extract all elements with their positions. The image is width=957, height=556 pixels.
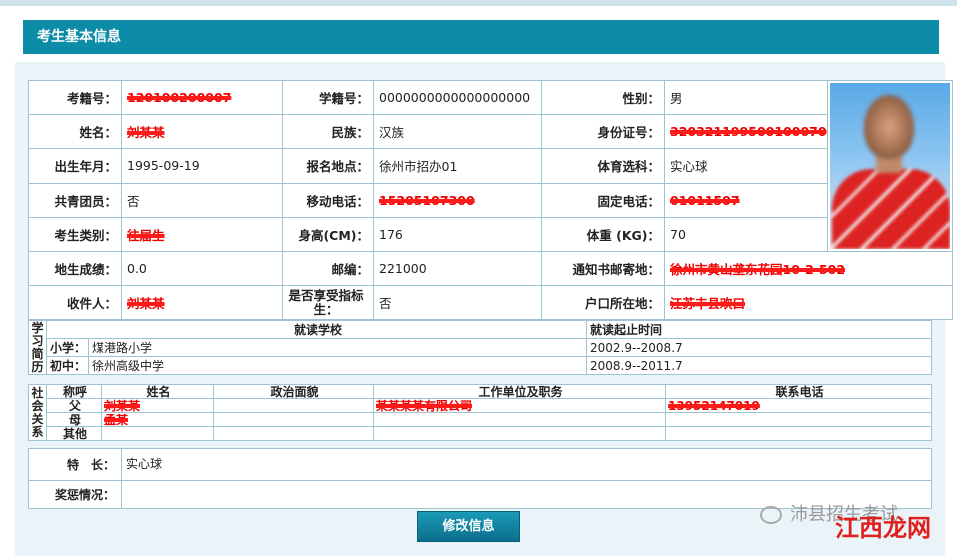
family-name	[101, 426, 214, 441]
table-row: 父 刘某某 某某某某有限公司 13952147019	[29, 398, 932, 413]
watermark-brand: 江西龙网	[835, 513, 931, 542]
top-accent-line	[0, 0, 957, 6]
table-row: 母 孟某	[29, 412, 932, 427]
receiver-label: 收件人：	[28, 285, 122, 320]
award-label: 奖惩情况：	[28, 480, 122, 509]
quota-value: 否	[373, 285, 542, 320]
wechat-icon	[760, 506, 782, 524]
family-name: 孟某	[104, 412, 129, 427]
quota-label: 是否享受指标生：	[282, 285, 374, 320]
phone-value: 01011507	[670, 192, 740, 208]
exam-no-label: 考籍号：	[28, 79, 122, 116]
family-relation: 父	[46, 398, 102, 413]
reg-place-value: 徐州市招办01	[373, 148, 542, 184]
weight-value: 70	[664, 216, 828, 253]
geo-label: 地生成绩：	[28, 251, 122, 286]
family-political	[213, 398, 374, 413]
name-label: 姓名：	[28, 114, 122, 150]
family-col-work: 工作单位及职务	[373, 384, 666, 399]
family-tel: 13952147019	[668, 398, 760, 413]
id-label: 身份证号：	[541, 114, 665, 150]
skill-value: 实心球	[121, 448, 932, 481]
zip-value: 221000	[373, 251, 542, 286]
pe-label: 体育选科：	[541, 148, 665, 184]
family-name: 刘某某	[104, 398, 141, 413]
mail-addr-label: 通知书邮寄地：	[541, 251, 665, 286]
family-col-political: 政治面貌	[213, 384, 374, 399]
table-row: 初中： 徐州高级中学 2008.9--2011.7	[29, 356, 932, 375]
weight-label: 体重 (KG)：	[541, 216, 665, 253]
family-col-relation: 称呼	[46, 384, 102, 399]
study-col-period: 就读起止时间	[586, 320, 932, 339]
gender-value: 男	[664, 79, 828, 116]
birth-label: 出生年月：	[28, 148, 122, 184]
league-value: 否	[121, 182, 283, 218]
mail-addr-value: 徐州市黄山垄东花园10-2-502	[670, 262, 846, 277]
study-history-table: 学习简历 就读学校 就读起止时间 小学： 煤港路小学 2002.9--2008.…	[28, 320, 932, 375]
study-period: 2008.9--2011.7	[586, 356, 932, 375]
study-level: 初中：	[46, 356, 89, 375]
skill-label: 特 长：	[28, 448, 122, 481]
ethnicity-value: 汉族	[373, 114, 542, 150]
study-school: 煤港路小学	[88, 338, 587, 357]
receiver-value: 刘某某	[127, 296, 165, 311]
section-header: 考生基本信息	[23, 20, 939, 54]
pe-value: 实心球	[664, 148, 828, 184]
birth-value: 1995-09-19	[121, 148, 283, 184]
family-relation: 其他	[46, 426, 102, 441]
mobile-label: 移动电话：	[282, 182, 374, 218]
family-work	[373, 412, 666, 427]
family-side-label: 社会关系	[28, 384, 47, 441]
exam-no-value: 120100200007	[127, 90, 232, 106]
hukou-value: 江苏丰县欢口	[670, 296, 746, 311]
study-level: 小学：	[46, 338, 89, 357]
family-tel	[665, 412, 932, 427]
study-school: 徐州高级中学	[88, 356, 587, 375]
study-side-label: 学习简历	[28, 320, 47, 375]
family-col-name: 姓名	[101, 384, 214, 399]
id-value: 320321199500100070	[670, 124, 827, 140]
family-political	[213, 426, 374, 441]
gender-label: 性别：	[541, 79, 665, 116]
height-value: 176	[373, 216, 542, 253]
student-photo	[829, 83, 950, 249]
basic-info-table: 考籍号： 120100200007 学籍号： 00000000000000000…	[28, 79, 953, 320]
mobile-value: 15205107300	[379, 192, 475, 208]
photo-cell	[826, 80, 953, 252]
category-value: 往届生	[127, 227, 165, 243]
family-political	[213, 412, 374, 427]
family-table: 社会关系 称呼 姓名 政治面貌 工作单位及职务 联系电话 父 刘某某 某某某某有…	[28, 384, 932, 441]
league-label: 共青团员：	[28, 182, 122, 218]
name-value: 刘某某	[127, 125, 165, 141]
phone-label: 固定电话：	[541, 182, 665, 218]
geo-value: 0.0	[121, 251, 283, 286]
family-work	[373, 426, 666, 441]
family-work: 某某某某有限公司	[376, 398, 473, 413]
zip-label: 邮编：	[282, 251, 374, 286]
family-tel	[665, 426, 932, 441]
category-label: 考生类别：	[28, 216, 122, 253]
reg-place-label: 报名地点：	[282, 148, 374, 184]
edit-info-button[interactable]: 修改信息	[417, 511, 520, 542]
family-relation: 母	[46, 412, 102, 427]
family-col-tel: 联系电话	[665, 384, 932, 399]
height-label: 身高(CM)：	[282, 216, 374, 253]
study-col-school: 就读学校	[46, 320, 587, 339]
section-title: 考生基本信息	[37, 29, 121, 45]
student-no-value: 0000000000000000000	[373, 79, 542, 116]
table-row: 其他	[29, 426, 932, 441]
ethnicity-label: 民族：	[282, 114, 374, 150]
study-period: 2002.9--2008.7	[586, 338, 932, 357]
table-row: 小学： 煤港路小学 2002.9--2008.7	[29, 338, 932, 357]
student-no-label: 学籍号：	[282, 79, 374, 116]
hukou-label: 户口所在地：	[541, 285, 665, 320]
